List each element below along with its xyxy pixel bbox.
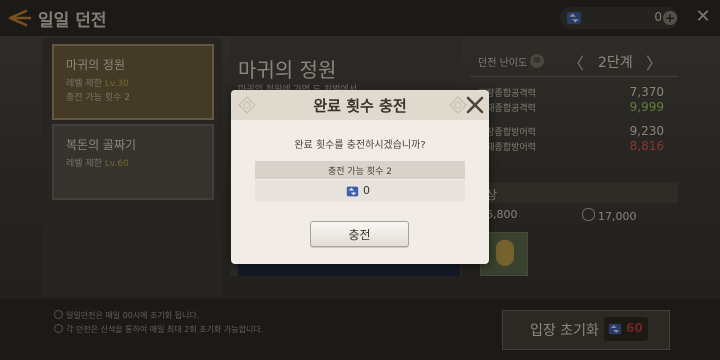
charge-ticket-icon: [346, 186, 359, 197]
charge-table-row: [255, 180, 465, 202]
close-icon[interactable]: [466, 96, 484, 114]
charge-count-value: 0: [363, 184, 370, 197]
dialog-title: 완료 횟수 충전: [313, 97, 407, 115]
charge-table-header-label: 충전 가능 횟수 2: [328, 167, 392, 177]
dialog-question: 완료 횟수를 충전하시겠습니까?: [294, 140, 426, 151]
charge-confirm-label: 충전: [348, 228, 371, 242]
